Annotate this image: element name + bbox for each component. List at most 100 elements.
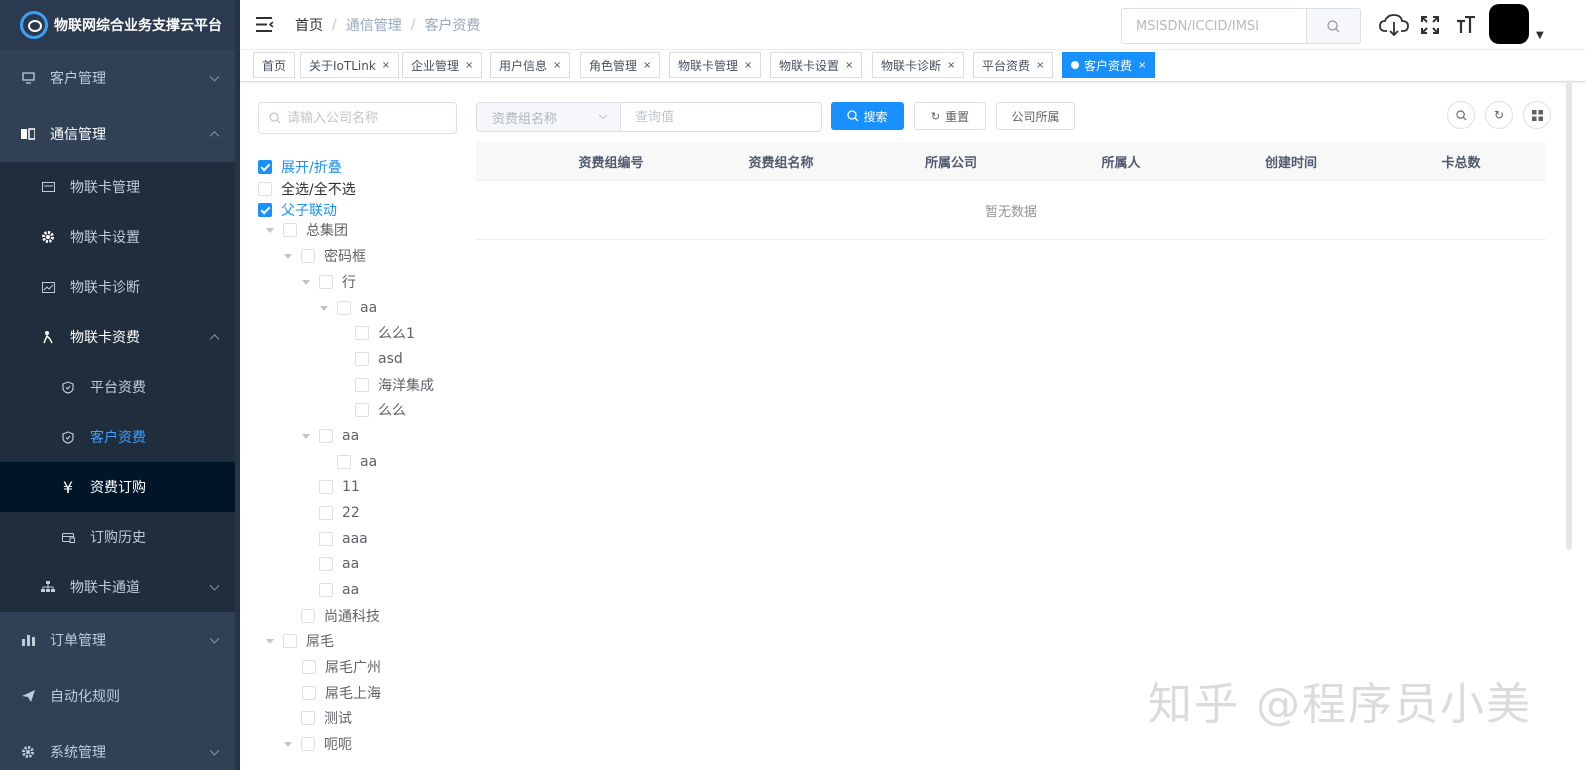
tree-node[interactable]: 海洋集成 bbox=[338, 375, 434, 395]
checkbox[interactable] bbox=[337, 301, 351, 315]
breadcrumb-home[interactable]: 首页 bbox=[295, 15, 323, 35]
sidebar-item-platform-tariff[interactable]: 平台资费 bbox=[0, 362, 240, 412]
sidebar-item-card-tariff[interactable]: 物联卡资费 bbox=[0, 312, 240, 362]
close-icon[interactable]: × bbox=[744, 60, 752, 71]
select-all-option[interactable]: 全选/全不选 bbox=[258, 179, 356, 199]
tag-user-info[interactable]: 用户信息 × bbox=[490, 52, 571, 78]
caret-down-icon[interactable] bbox=[302, 279, 310, 285]
fullscreen-icon[interactable] bbox=[1412, 8, 1448, 42]
field-select[interactable]: 资费组名称 bbox=[476, 102, 621, 132]
logo[interactable]: 物联网综合业务支撑云平台 bbox=[0, 0, 240, 50]
close-icon[interactable]: × bbox=[643, 60, 651, 71]
msisdn-search-input[interactable] bbox=[1122, 9, 1306, 43]
checkbox[interactable] bbox=[319, 275, 333, 289]
column-header[interactable]: 资费组名称 bbox=[696, 142, 866, 180]
caret-down-icon[interactable] bbox=[302, 433, 310, 439]
checkbox[interactable] bbox=[319, 480, 333, 494]
checkbox[interactable] bbox=[301, 711, 315, 725]
tree-node[interactable]: aa bbox=[320, 298, 377, 318]
checkbox[interactable] bbox=[283, 223, 297, 237]
avatar[interactable] bbox=[1489, 4, 1529, 44]
tree-node[interactable]: 行 bbox=[302, 272, 356, 292]
company-filter-button[interactable]: 公司所属 bbox=[996, 102, 1075, 130]
tree-node[interactable]: 屌毛上海 bbox=[302, 683, 381, 703]
columns-button[interactable] bbox=[1523, 101, 1551, 129]
tree-node[interactable]: 测试 bbox=[284, 708, 352, 728]
checkbox[interactable] bbox=[258, 160, 272, 174]
tree-node[interactable]: 11 bbox=[302, 477, 360, 497]
tree-node[interactable]: 么么1 bbox=[338, 323, 415, 343]
sidebar-item-tariff-order[interactable]: ¥ 资费订购 bbox=[0, 462, 240, 512]
tree-node[interactable]: 么么 bbox=[338, 400, 406, 420]
checkbox[interactable] bbox=[301, 737, 315, 751]
caret-down-icon[interactable] bbox=[284, 253, 292, 259]
tree-node[interactable]: 总集团 bbox=[266, 220, 348, 240]
checkbox[interactable] bbox=[355, 326, 369, 340]
tree-node[interactable]: aa bbox=[320, 452, 377, 472]
tree-node[interactable]: aa bbox=[302, 580, 359, 600]
checkbox[interactable] bbox=[319, 583, 333, 597]
column-header[interactable]: 资费组编号 bbox=[526, 142, 696, 180]
tree-node[interactable]: 屌毛广州 bbox=[302, 657, 381, 677]
checkbox[interactable] bbox=[301, 609, 315, 623]
tag-about[interactable]: 关于IoTLink × bbox=[300, 52, 400, 78]
tag-role[interactable]: 角色管理 × bbox=[580, 52, 661, 78]
tag-platform-tariff[interactable]: 平台资费 × bbox=[973, 52, 1054, 78]
tree-node[interactable]: 尚通科技 bbox=[284, 606, 380, 626]
reset-button[interactable]: ↻ 重置 bbox=[914, 102, 986, 130]
close-icon[interactable]: × bbox=[845, 60, 853, 71]
sidebar-item-comm-mgmt[interactable]: 通信管理 bbox=[0, 106, 240, 162]
refresh-button[interactable]: ↻ bbox=[1485, 101, 1513, 129]
sidebar-item-card-settings[interactable]: 物联卡设置 bbox=[0, 212, 240, 262]
close-icon[interactable]: × bbox=[1138, 60, 1146, 71]
search-button[interactable]: 搜索 bbox=[831, 102, 904, 130]
checkbox[interactable] bbox=[319, 557, 333, 571]
checkbox[interactable] bbox=[302, 686, 316, 700]
tag-customer-tariff[interactable]: 客户资费 × bbox=[1062, 52, 1156, 78]
cloud-download-icon[interactable] bbox=[1376, 8, 1412, 42]
column-header[interactable]: 卡总数 bbox=[1376, 142, 1546, 180]
sidebar-item-customer-tariff[interactable]: 客户资费 bbox=[0, 412, 240, 462]
hamburger-icon[interactable] bbox=[240, 0, 290, 50]
tree-node[interactable]: asd bbox=[338, 349, 403, 369]
tree-node[interactable]: 屌毛 bbox=[266, 631, 334, 651]
sidebar-item-auto-rules[interactable]: 自动化规则 bbox=[0, 668, 240, 724]
column-header[interactable]: 所属人 bbox=[1036, 142, 1206, 180]
close-icon[interactable]: × bbox=[382, 60, 390, 71]
caret-down-icon[interactable]: ▼ bbox=[1536, 30, 1544, 41]
sidebar-item-order-mgmt[interactable]: 订单管理 bbox=[0, 612, 240, 668]
content-scrollbar[interactable] bbox=[1566, 80, 1572, 550]
sidebar-item-customer-mgmt[interactable]: 客户管理 bbox=[0, 50, 240, 106]
tree-node[interactable]: 呃呃 bbox=[284, 734, 352, 754]
caret-down-icon[interactable] bbox=[266, 227, 274, 233]
checkbox[interactable] bbox=[355, 378, 369, 392]
tree-node[interactable]: aa bbox=[302, 426, 359, 446]
tree-node[interactable]: aa bbox=[302, 554, 359, 574]
checkbox[interactable] bbox=[258, 182, 272, 196]
checkbox[interactable] bbox=[319, 506, 333, 520]
checkbox[interactable] bbox=[355, 352, 369, 366]
tree-node[interactable]: aaa bbox=[302, 529, 368, 549]
caret-down-icon[interactable] bbox=[266, 638, 274, 644]
query-input[interactable] bbox=[635, 109, 815, 125]
caret-down-icon[interactable] bbox=[320, 305, 328, 311]
sidebar-item-order-history[interactable]: 订购历史 bbox=[0, 512, 240, 562]
checkbox[interactable] bbox=[258, 203, 272, 217]
checkbox[interactable] bbox=[319, 532, 333, 546]
sidebar-item-system-mgmt[interactable]: 系统管理 bbox=[0, 724, 240, 770]
close-icon[interactable]: × bbox=[465, 60, 473, 71]
checkbox[interactable] bbox=[319, 429, 333, 443]
sidebar-item-card-mgmt[interactable]: 物联卡管理 bbox=[0, 162, 240, 212]
tag-card-mgmt[interactable]: 物联卡管理 × bbox=[669, 52, 762, 78]
close-icon[interactable]: × bbox=[1036, 60, 1044, 71]
checkbox[interactable] bbox=[337, 455, 351, 469]
tag-card-diagnose[interactable]: 物联卡诊断 × bbox=[872, 52, 965, 78]
column-header[interactable]: 创建时间 bbox=[1206, 142, 1376, 180]
checkbox[interactable] bbox=[302, 660, 316, 674]
tree-node[interactable]: 密码框 bbox=[284, 246, 366, 266]
company-search-input[interactable] bbox=[287, 110, 447, 126]
linkage-option[interactable]: 父子联动 bbox=[258, 200, 337, 220]
checkbox[interactable] bbox=[355, 403, 369, 417]
checkbox[interactable] bbox=[301, 249, 315, 263]
close-icon[interactable]: × bbox=[553, 60, 561, 71]
